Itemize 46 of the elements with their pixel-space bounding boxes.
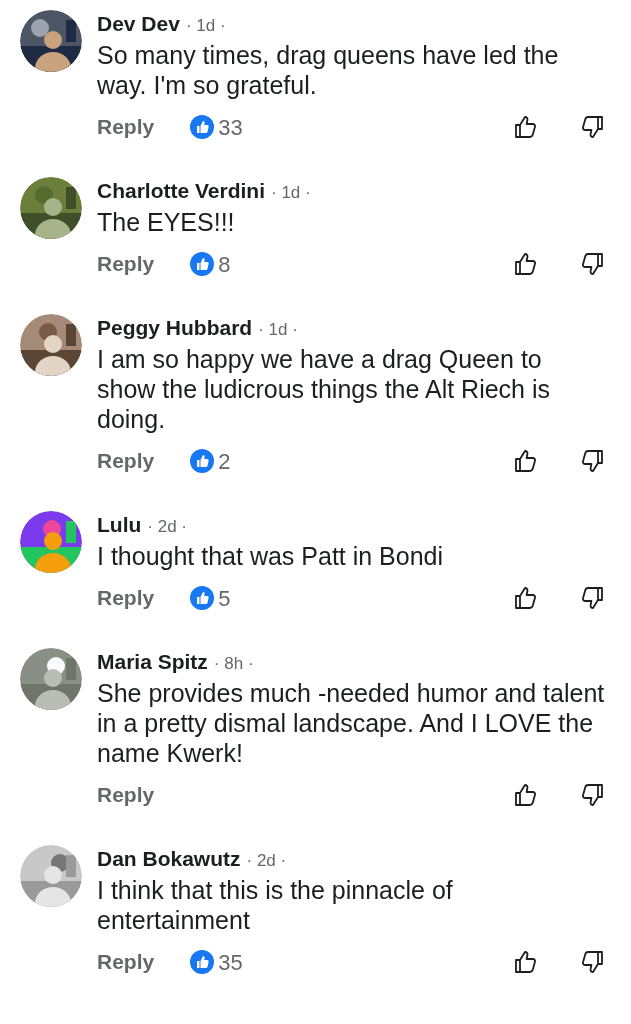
thumbs-up-icon[interactable] <box>513 251 539 277</box>
reply-link[interactable]: Reply <box>97 779 155 811</box>
thumbs-up-icon[interactable] <box>513 949 539 975</box>
commenter-name[interactable]: Charlotte Verdini <box>97 175 266 207</box>
like-icon <box>190 115 215 139</box>
comment-time: · 1d · <box>185 15 226 37</box>
like-icon <box>190 586 215 610</box>
reply-link[interactable]: Reply <box>97 582 155 614</box>
comment-time: · 8h · <box>213 653 254 675</box>
commenter-name[interactable]: Lulu <box>97 509 142 541</box>
comment-time: · 2d · <box>147 516 187 538</box>
commenter-name[interactable]: Dev Dev <box>97 8 180 40</box>
commenter-name[interactable]: Maria Spitz <box>97 646 208 678</box>
thumbs-down-icon[interactable] <box>579 585 605 611</box>
thumbs-down-icon[interactable] <box>579 782 605 808</box>
commenter-name[interactable]: Peggy Hubbard <box>97 312 253 344</box>
comment-text: She provides much -needed humor and talent in a pretty dismal landscape. And I LOVE the name Kwerk! <box>97 678 605 768</box>
thumbs-up-icon[interactable] <box>513 782 539 808</box>
like-icon <box>190 449 215 473</box>
like-icon <box>190 950 215 974</box>
comment-time: · 2d · <box>246 850 287 872</box>
thumbs-down-icon[interactable] <box>579 114 605 140</box>
like-count: 33 <box>218 113 243 142</box>
like-count: 35 <box>218 948 243 977</box>
comment-text: The EYES!!! <box>97 207 236 237</box>
comment-time: · 1d · <box>258 319 298 341</box>
reply-link[interactable]: Reply <box>97 111 155 143</box>
comment-text: So many times, drag queens have led the way. I'm so grateful. <box>97 40 560 100</box>
like-icon <box>190 252 215 276</box>
thumbs-down-icon[interactable] <box>579 251 605 277</box>
like-count: 2 <box>218 447 231 476</box>
reply-link[interactable]: Reply <box>97 248 155 280</box>
thumbs-up-icon[interactable] <box>513 114 539 140</box>
commenter-name[interactable]: Dan Bokawutz <box>97 843 241 875</box>
thumbs-down-icon[interactable] <box>579 949 605 975</box>
comment-text: I think that this is the pinnacle of entertainment <box>97 875 454 935</box>
like-count: 8 <box>218 250 231 279</box>
like-count: 5 <box>218 584 231 613</box>
comment-text: I am so happy we have a drag Queen to show the ludicrous things the Alt Riech is doing. <box>97 344 551 434</box>
thumbs-down-icon[interactable] <box>579 448 605 474</box>
reply-link[interactable]: Reply <box>97 946 155 978</box>
thumbs-up-icon[interactable] <box>513 448 539 474</box>
comment-text: I thought that was Patt in Bondi <box>97 541 445 571</box>
thumbs-up-icon[interactable] <box>513 585 539 611</box>
comment-time: · 1d · <box>271 182 311 204</box>
reply-link[interactable]: Reply <box>97 445 155 477</box>
